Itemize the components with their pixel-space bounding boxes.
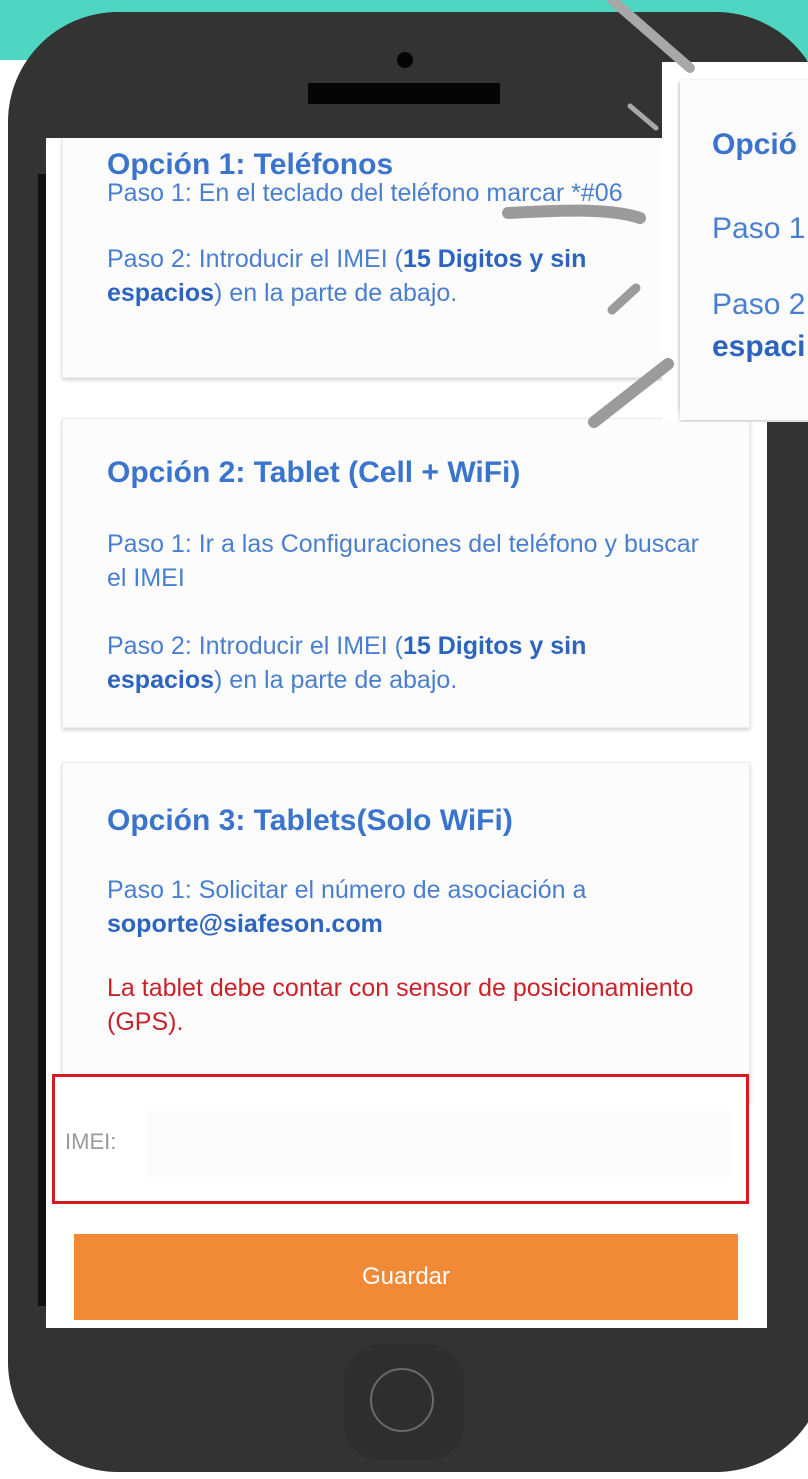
support-email[interactable]: soporte@siafeson.com xyxy=(107,910,383,938)
card-title: Opción 3: Tablets(Solo WiFi) xyxy=(107,804,513,837)
card-title: Opción 2: Tablet (Cell + WiFi) xyxy=(107,456,521,489)
home-button-ring xyxy=(370,1368,434,1432)
zoom-callout-text: Opció Paso 1 Paso 2 espaci xyxy=(662,62,808,422)
imei-field-highlight: IMEI: xyxy=(52,1074,749,1204)
card-step-2: Paso 2: Introducir el IMEI (15 Digitos y… xyxy=(107,245,587,307)
option-card-tablet-wifi: Opción 3: Tablets(Solo WiFi) Paso 1: Sol… xyxy=(62,762,750,1102)
card-step-1: Paso 1: Ir a las Configuraciones del tel… xyxy=(107,530,700,592)
camera-icon xyxy=(397,52,413,68)
screen-edge xyxy=(38,174,46,1306)
option-card-tablet-cell: Opción 2: Tablet (Cell + WiFi) Paso 1: I… xyxy=(62,418,750,728)
save-button[interactable]: Guardar xyxy=(74,1234,738,1320)
card-step-2: Paso 2: Introducir el IMEI (15 Digitos y… xyxy=(107,632,587,694)
zoom-line-2: Paso 2 xyxy=(712,288,806,321)
card-step-1: Paso 1: En el teclado del teléfono marca… xyxy=(107,179,623,207)
imei-input[interactable] xyxy=(147,1111,731,1177)
speaker-grille xyxy=(308,83,500,104)
zoom-title: Opció xyxy=(712,128,798,161)
imei-label: IMEI: xyxy=(65,1129,117,1154)
zoom-line-1: Paso 1 xyxy=(712,212,806,245)
phone-screen: Opción 1: Teléfonos Paso 1: En el teclad… xyxy=(46,138,767,1328)
card-step-1: Paso 1: Solicitar el número de asociació… xyxy=(107,876,587,938)
zoom-line-3: espaci xyxy=(712,330,806,363)
home-button[interactable] xyxy=(344,1344,464,1460)
option-card-phones: Opción 1: Teléfonos Paso 1: En el teclad… xyxy=(62,138,750,378)
gps-warning: La tablet debe contar con sensor de posi… xyxy=(107,974,694,1036)
